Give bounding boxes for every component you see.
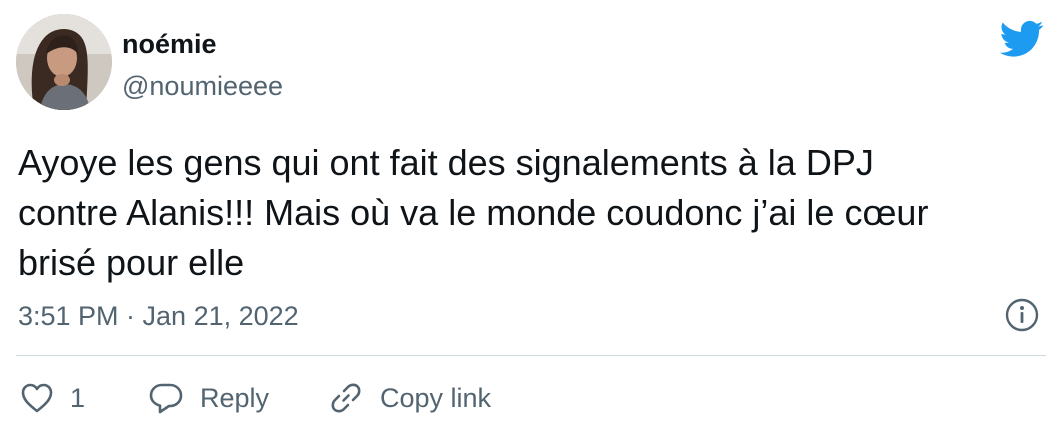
tweet-text: Ayoye les gens qui ont fait des signalem… bbox=[18, 142, 929, 283]
tweet-card: noémie @noumieeee Ayoye les gens qui ont… bbox=[0, 0, 1060, 432]
heart-icon bbox=[21, 383, 53, 413]
twitter-bird-icon[interactable] bbox=[1000, 20, 1044, 58]
reply-button[interactable]: Reply bbox=[148, 378, 269, 418]
tweet-timestamp[interactable]: 3:51 PM · Jan 21, 2022 bbox=[18, 298, 299, 334]
user-handle[interactable]: @noumieeee bbox=[122, 69, 283, 103]
like-button[interactable]: 1 bbox=[20, 378, 85, 418]
divider bbox=[16, 355, 1046, 356]
link-icon bbox=[331, 383, 361, 413]
reply-label: Reply bbox=[200, 382, 270, 413]
info-icon[interactable] bbox=[1004, 297, 1040, 333]
avatar[interactable] bbox=[16, 14, 112, 110]
display-name[interactable]: noémie bbox=[122, 27, 217, 61]
reply-bubble-icon bbox=[149, 383, 183, 414]
copy-link-label: Copy link bbox=[380, 382, 492, 413]
copy-link-button[interactable]: Copy link bbox=[328, 378, 491, 418]
like-count: 1 bbox=[70, 382, 86, 413]
